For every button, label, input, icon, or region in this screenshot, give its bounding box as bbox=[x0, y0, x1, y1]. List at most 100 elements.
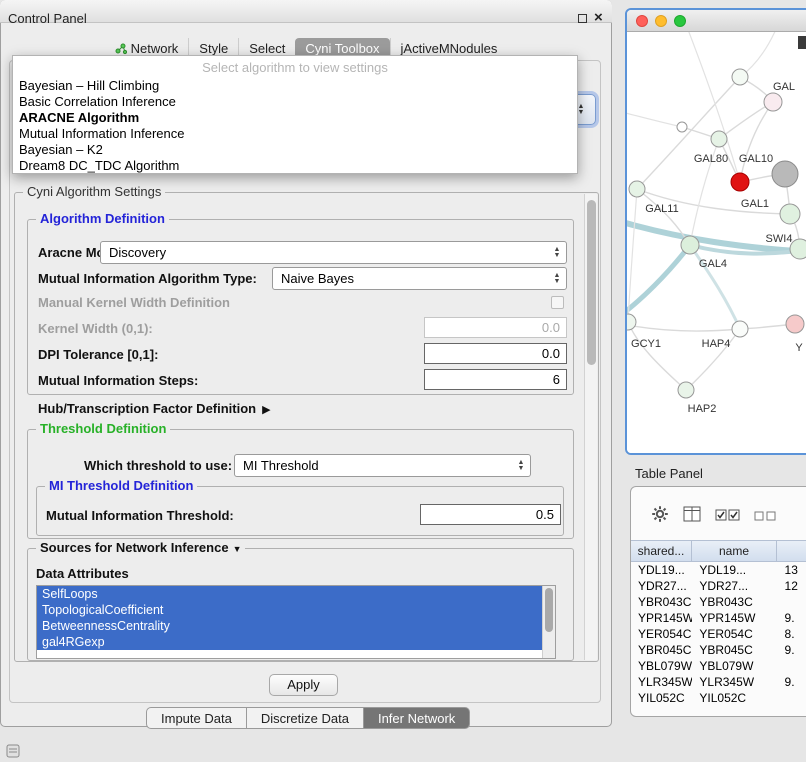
float-window-icon[interactable] bbox=[578, 14, 587, 23]
mi-type-combo[interactable]: Naive Bayes ▲▼ bbox=[272, 267, 567, 290]
bottom-tab-discretize-data[interactable]: Discretize Data bbox=[246, 707, 364, 729]
table-row[interactable]: YBR045CYBR045C9. bbox=[631, 642, 806, 658]
network-node[interactable] bbox=[786, 315, 804, 333]
which-threshold-value: MI Threshold bbox=[235, 458, 512, 473]
network-window-titlebar[interactable] bbox=[627, 10, 806, 32]
network-node[interactable] bbox=[772, 161, 798, 187]
data-attributes-list: SelfLoopsTopologicalCoefficientBetweenne… bbox=[36, 585, 556, 659]
kernel-width-field[interactable]: 0.0 bbox=[424, 317, 567, 338]
threshold-definition-legend: Threshold Definition bbox=[36, 421, 170, 436]
hub-section-toggle[interactable]: Hub/Transcription Factor Definition▶ bbox=[38, 401, 271, 416]
column-header-shared[interactable]: shared... bbox=[630, 540, 692, 562]
which-threshold-combo[interactable]: MI Threshold ▲▼ bbox=[234, 454, 531, 477]
gear-icon[interactable] bbox=[651, 505, 669, 528]
settings-scrollbar-thumb[interactable] bbox=[587, 200, 596, 365]
algorithm-option-bayesian-hill-climbing[interactable]: Bayesian – Hill Climbing bbox=[13, 78, 577, 94]
table-row[interactable]: YDL19...YDL19...13 bbox=[631, 562, 806, 578]
attributes-scrollbar-thumb[interactable] bbox=[545, 588, 553, 632]
attributes-scrollbar[interactable] bbox=[542, 586, 555, 658]
network-node[interactable] bbox=[780, 204, 800, 224]
node-label-hap2: HAP2 bbox=[688, 403, 717, 415]
table-cell: YDL19... bbox=[631, 562, 692, 578]
table-cell: YER054C bbox=[631, 626, 692, 642]
sources-legend[interactable]: Sources for Network Inference▼ bbox=[36, 540, 245, 555]
table-cell: YBR045C bbox=[631, 642, 692, 658]
close-icon[interactable]: × bbox=[594, 12, 603, 24]
expand-right-icon: ▶ bbox=[262, 404, 270, 416]
attribute-item-betweennesscentrality[interactable]: BetweennessCentrality bbox=[37, 618, 542, 634]
mi-threshold-label: Mutual Information Threshold: bbox=[46, 508, 234, 523]
algorithm-option-mutual-information-inference[interactable]: Mutual Information Inference bbox=[13, 126, 577, 142]
data-attributes-label: Data Attributes bbox=[36, 566, 129, 581]
mi-threshold-field[interactable]: 0.5 bbox=[420, 504, 561, 525]
settings-scrollbar[interactable] bbox=[584, 194, 597, 660]
table-toolbar bbox=[651, 505, 776, 528]
columns-icon[interactable] bbox=[683, 506, 701, 527]
network-graph: GALGAL80GAL10GAL11GAL1SWI4GAL4GCY1HAP4HA… bbox=[627, 32, 806, 453]
network-node[interactable] bbox=[764, 93, 782, 111]
node-label-gcy1: GCY1 bbox=[631, 338, 661, 350]
table-row[interactable]: YIL052CYIL052C bbox=[631, 690, 806, 706]
table-row[interactable]: YER054CYER054C8. bbox=[631, 626, 806, 642]
bottom-tab-impute-data[interactable]: Impute Data bbox=[146, 707, 247, 729]
algorithm-option-bayesian-k2[interactable]: Bayesian – K2 bbox=[13, 142, 577, 158]
docked-panel-icon[interactable] bbox=[6, 744, 20, 762]
attribute-item-gal4rgexp[interactable]: gal4RGexp bbox=[37, 634, 542, 650]
control-panel-title: Control Panel bbox=[8, 11, 87, 26]
algorithm-option-dream8-dc-tdc-algorithm[interactable]: Dream8 DC_TDC Algorithm bbox=[13, 158, 577, 174]
algorithm-option-basic-correlation-inference[interactable]: Basic Correlation Inference bbox=[13, 94, 577, 110]
minimize-traffic-light[interactable] bbox=[655, 15, 667, 27]
manual-kernel-checkbox[interactable] bbox=[551, 296, 564, 309]
select-all-checks-icon[interactable] bbox=[715, 508, 740, 526]
cyni-algorithm-settings-legend: Cyni Algorithm Settings bbox=[23, 184, 165, 199]
algorithm-definition-legend: Algorithm Definition bbox=[36, 211, 169, 226]
network-node[interactable] bbox=[732, 69, 748, 85]
table-row[interactable]: YLR345WYLR345W9. bbox=[631, 674, 806, 690]
table-cell: YER054C bbox=[692, 626, 777, 642]
network-node[interactable] bbox=[681, 236, 699, 254]
aracne-mode-combo[interactable]: Discovery ▲▼ bbox=[100, 241, 567, 264]
network-node[interactable] bbox=[731, 173, 749, 191]
combo-arrows-icon: ▲▼ bbox=[512, 460, 530, 472]
network-edge[interactable] bbox=[719, 102, 773, 139]
network-node[interactable] bbox=[677, 122, 687, 132]
node-label-swi4: SWI4 bbox=[766, 233, 793, 245]
attribute-item-selfloops[interactable]: SelfLoops bbox=[37, 586, 542, 602]
aracne-mode-value: Discovery bbox=[101, 245, 548, 260]
network-canvas[interactable]: GALGAL80GAL10GAL11GAL1SWI4GAL4GCY1HAP4HA… bbox=[627, 32, 806, 455]
node-label-gal4: GAL4 bbox=[699, 258, 727, 270]
column-header-name[interactable]: name bbox=[691, 540, 777, 562]
tab-label: Network bbox=[131, 41, 179, 56]
mi-steps-field[interactable]: 6 bbox=[424, 369, 567, 390]
table-cell: YBR045C bbox=[692, 642, 777, 658]
dpi-tolerance-field[interactable]: 0.0 bbox=[424, 343, 567, 364]
apply-button[interactable]: Apply bbox=[269, 674, 338, 696]
network-node[interactable] bbox=[732, 321, 748, 337]
network-edge[interactable] bbox=[740, 32, 777, 77]
network-node[interactable] bbox=[629, 181, 645, 197]
network-edge[interactable] bbox=[628, 322, 686, 390]
network-edge[interactable] bbox=[627, 324, 740, 331]
table-cell: YBL079W bbox=[692, 658, 777, 674]
network-node[interactable] bbox=[711, 131, 727, 147]
control-panel-titlebar[interactable]: Control Panel × bbox=[0, 0, 612, 23]
column-header-extra[interactable] bbox=[776, 540, 806, 562]
network-edge[interactable] bbox=[627, 112, 682, 127]
network-node[interactable] bbox=[627, 314, 636, 330]
table-cell: 12 bbox=[778, 578, 806, 594]
zoom-traffic-light[interactable] bbox=[674, 15, 686, 27]
table-row[interactable]: YPR145WYPR145W9. bbox=[631, 610, 806, 626]
close-traffic-light[interactable] bbox=[636, 15, 648, 27]
network-edge[interactable] bbox=[627, 245, 690, 315]
table-row[interactable]: YBL079WYBL079W bbox=[631, 658, 806, 674]
table-cell: YIL052C bbox=[692, 690, 777, 706]
table-row[interactable]: YDR27...YDR27...12 bbox=[631, 578, 806, 594]
attribute-item-topologicalcoefficient[interactable]: TopologicalCoefficient bbox=[37, 602, 542, 618]
network-node[interactable] bbox=[678, 382, 694, 398]
network-edge[interactable] bbox=[740, 102, 773, 182]
deselect-all-boxes-icon[interactable] bbox=[754, 508, 776, 526]
table-row[interactable]: YBR043CYBR043C bbox=[631, 594, 806, 610]
screen: Control Panel × NetworkStyleSelectCyni T… bbox=[0, 0, 806, 762]
algorithm-option-aracne-algorithm[interactable]: ARACNE Algorithm bbox=[13, 110, 577, 126]
bottom-tab-infer-network[interactable]: Infer Network bbox=[363, 707, 470, 729]
